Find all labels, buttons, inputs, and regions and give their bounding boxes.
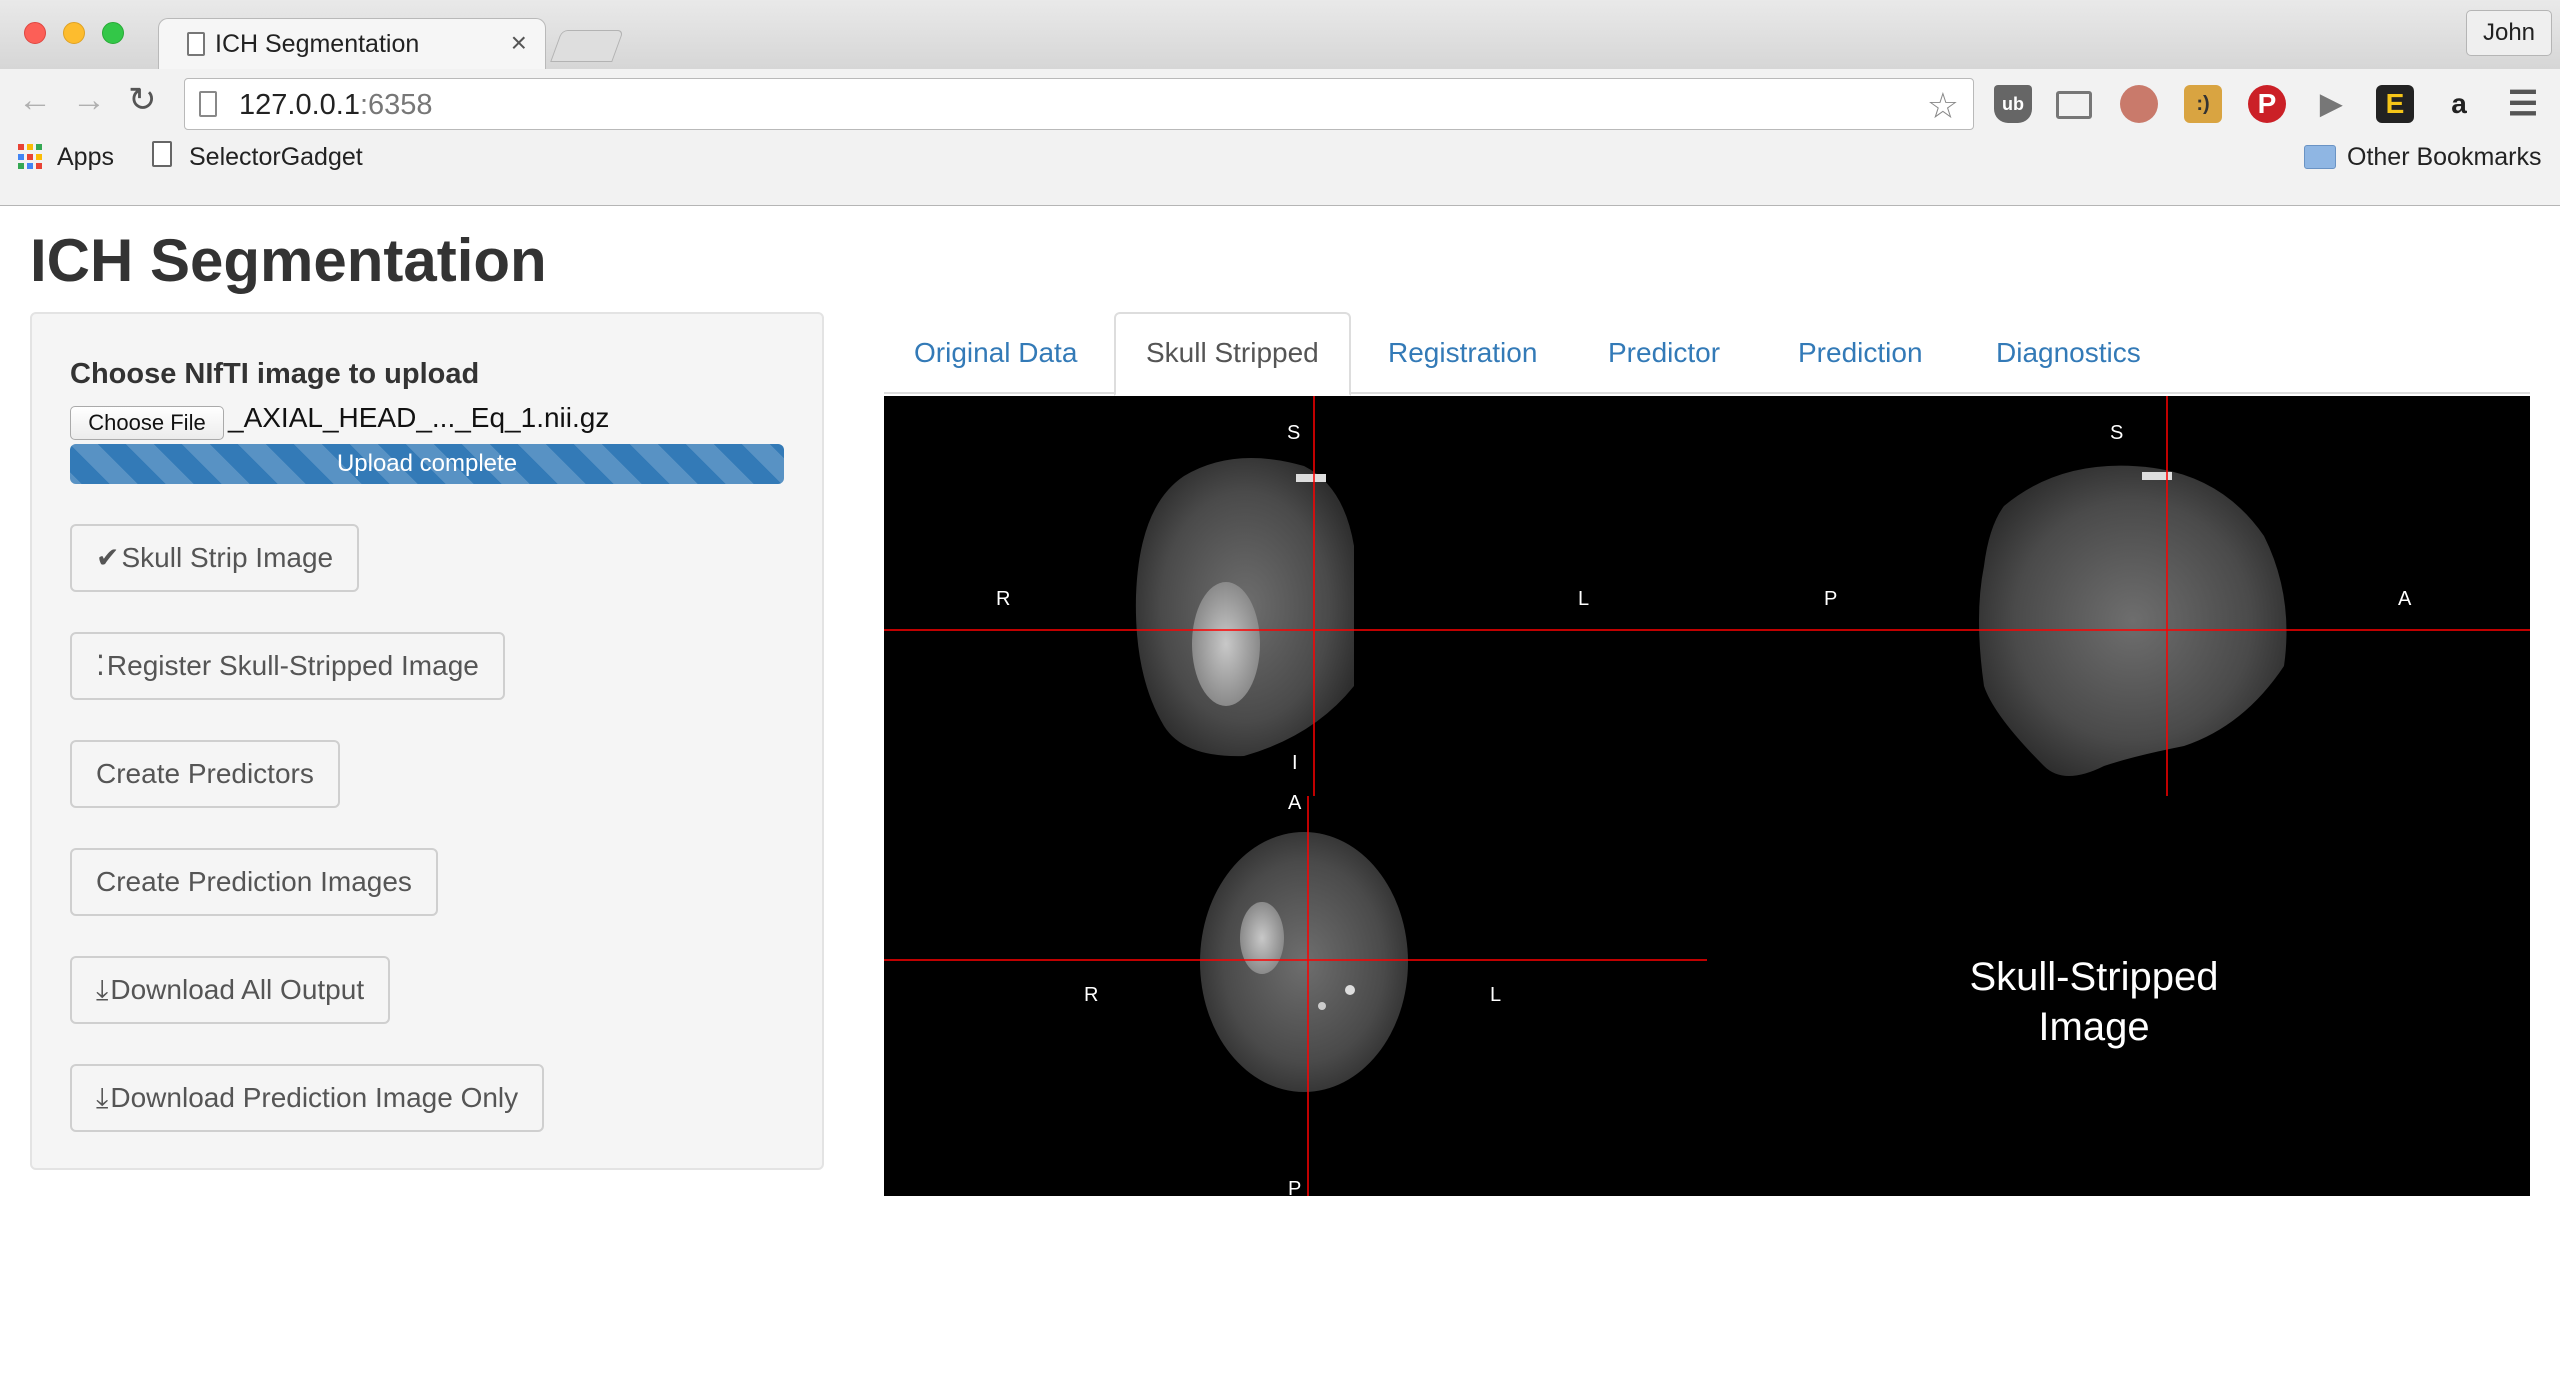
coronal-top-label: S (1287, 422, 1301, 444)
axial-slice (1200, 832, 1408, 1092)
forward-arrow-icon[interactable]: → (72, 83, 106, 117)
bookmark-selectorgadget[interactable]: SelectorGadget (189, 143, 363, 172)
viewer-caption-line1: Skull-Stripped (1969, 955, 2219, 999)
honey-extension-icon[interactable]: :) (2184, 85, 2222, 123)
bookmark-page-icon (152, 141, 172, 167)
folder-icon (2304, 145, 2336, 169)
evernote-extension-icon[interactable]: E (2376, 85, 2414, 123)
browser-toolbar: ← → ↻ 127.0.0.1:6358 ☆ ub :) P ▶ E a ☰ A… (0, 69, 2560, 206)
tab-prediction[interactable]: Prediction (1768, 312, 1953, 394)
bookmark-other[interactable]: Other Bookmarks (2347, 143, 2542, 172)
skull-strip-button[interactable]: ✔Skull Strip Image (70, 524, 360, 592)
skull-strip-label: Skull Strip Image (121, 542, 334, 573)
page-icon (199, 91, 217, 117)
upload-label: Choose NIfTI image to upload (70, 358, 480, 390)
checkmark-icon: ✔ (96, 542, 120, 573)
download-icon: ⤓ (96, 1082, 109, 1113)
create-predictors-button[interactable]: Create Predictors (70, 740, 340, 808)
ublock-icon[interactable]: ub (1994, 85, 2032, 123)
close-window-button[interactable] (24, 22, 46, 44)
viewer-caption-line2: Image (2038, 1005, 2150, 1049)
amazon-icon[interactable]: a (2440, 85, 2478, 123)
choose-file-button[interactable]: Choose File (70, 406, 224, 440)
tab-diagnostics[interactable]: Diagnostics (1966, 312, 2171, 394)
create-prediction-images-button[interactable]: Create Prediction Images (70, 848, 438, 916)
url-port: :6358 (359, 89, 433, 121)
spinner-icon: ⁚ (96, 650, 105, 681)
browser-tab-title: ICH Segmentation (215, 30, 420, 58)
axial-right-label: L (1490, 984, 1502, 1006)
bookmark-apps[interactable]: Apps (57, 143, 114, 172)
pinterest-icon[interactable]: P (2248, 85, 2286, 123)
maximize-window-button[interactable] (102, 22, 124, 44)
coronal-left-label: R (996, 588, 1011, 610)
download-prediction-button[interactable]: ⤓Download Prediction Image Only (70, 1064, 545, 1132)
create-prediction-images-label: Create Prediction Images (96, 866, 412, 897)
upload-progress-bar: Upload complete (70, 444, 784, 484)
back-arrow-icon[interactable]: ← (18, 83, 52, 117)
crosshairs (884, 396, 2530, 1196)
reload-icon[interactable]: ↻ (128, 83, 157, 117)
register-label: Register Skull-Stripped Image (106, 650, 479, 681)
tab-registration[interactable]: Registration (1358, 312, 1567, 394)
axial-bottom-label: P (1288, 1178, 1302, 1196)
audio-extension-icon[interactable]: ▶ (2312, 85, 2350, 123)
coronal-slice (1135, 458, 1354, 757)
tab-close-icon[interactable]: × (511, 27, 527, 59)
page-title: ICH Segmentation (30, 227, 547, 294)
menu-icon[interactable]: ☰ (2504, 85, 2542, 123)
sagittal-top-label: S (2110, 422, 2124, 444)
sidebar-panel: Choose NIfTI image to upload Choose File… (30, 312, 824, 1170)
new-tab-button[interactable] (550, 30, 624, 62)
coronal-bottom-label: I (1292, 752, 1298, 774)
selected-file-name: _AXIAL_HEAD_..._Eq_1.nii.gz (228, 402, 610, 433)
tab-bar: Original Data Skull Stripped Registratio… (884, 312, 2530, 396)
page-icon (187, 32, 205, 56)
tab-original-data[interactable]: Original Data (884, 312, 1107, 394)
sagittal-left-label: P (1824, 588, 1838, 610)
coronal-right-label: L (1578, 588, 1590, 610)
sagittal-right-label: A (2398, 588, 2412, 610)
axial-left-label: R (1084, 984, 1099, 1006)
upload-progress: Upload complete (70, 444, 784, 484)
download-all-button[interactable]: ⤓Download All Output (70, 956, 391, 1024)
download-all-label: Download All Output (110, 974, 365, 1005)
address-bar[interactable]: 127.0.0.1:6358 ☆ (184, 78, 1974, 130)
brain-slices (884, 396, 2530, 1196)
download-prediction-label: Download Prediction Image Only (110, 1082, 519, 1113)
create-predictors-label: Create Predictors (96, 758, 314, 789)
sagittal-slice (1979, 465, 2287, 776)
tab-skull-stripped[interactable]: Skull Stripped (1114, 312, 1351, 396)
ortho-viewer[interactable]: S I R L S P A A P R L Skull-Stripped Ima… (884, 396, 2530, 1196)
apps-grid-icon[interactable] (18, 144, 44, 170)
tab-predictor[interactable]: Predictor (1578, 312, 1750, 394)
minimize-window-button[interactable] (63, 22, 85, 44)
profile-button[interactable]: John (2466, 10, 2552, 56)
download-icon: ⤓ (96, 974, 109, 1005)
register-button[interactable]: ⁚Register Skull-Stripped Image (70, 632, 505, 700)
cast-icon[interactable] (2056, 91, 2092, 119)
axial-top-label: A (1288, 792, 1302, 814)
browser-tab-strip: ICH Segmentation × John (0, 0, 2560, 70)
browser-tab[interactable]: ICH Segmentation × (158, 18, 546, 70)
viewer-caption: Skull-Stripped Image (1924, 952, 2264, 1052)
tomato-extension-icon[interactable] (2120, 85, 2158, 123)
url-host: 127.0.0.1 (239, 89, 360, 121)
url-text: 127.0.0.1:6358 (239, 89, 433, 122)
bookmark-star-icon[interactable]: ☆ (1927, 85, 1959, 127)
